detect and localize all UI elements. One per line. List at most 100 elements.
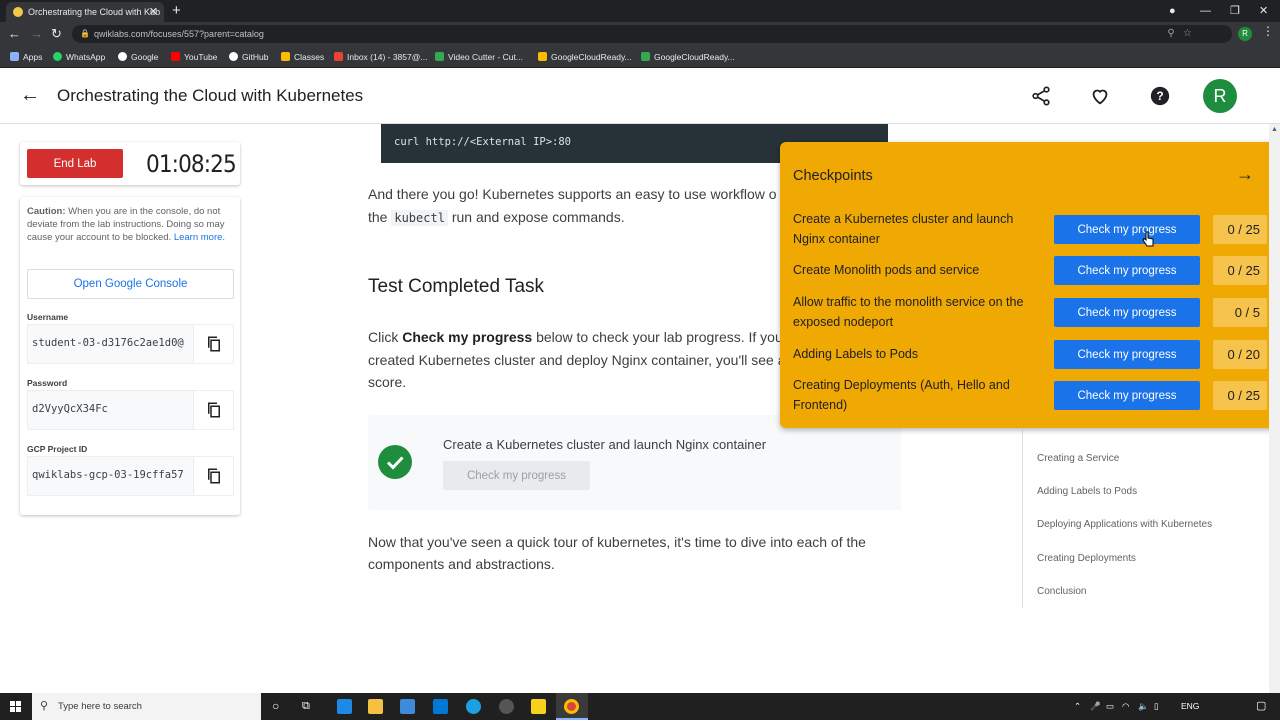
- url-input[interactable]: 🔒 qwiklabs.com/focuses/557?parent=catalo…: [72, 25, 1232, 43]
- apps-grid-icon: [10, 52, 19, 61]
- check-circle-icon: [378, 445, 412, 479]
- toc-item[interactable]: Adding Labels to Pods: [1037, 486, 1137, 497]
- toc-item[interactable]: Conclusion: [1037, 586, 1086, 597]
- bookmark-item[interactable]: YouTube: [171, 46, 217, 68]
- volume-icon[interactable]: 🔈: [1138, 693, 1149, 720]
- bookmark-item[interactable]: GoogleCloudReady...: [538, 46, 632, 68]
- project-id-label: GCP Project ID: [27, 444, 88, 454]
- bookmark-item[interactable]: Google: [118, 46, 158, 68]
- zoom-star-icons[interactable]: ⚲ ☆: [1167, 25, 1192, 43]
- toc-item[interactable]: Deploying Applications with Kubernetes: [1037, 519, 1212, 530]
- chrome-icon: [564, 699, 579, 714]
- network-icon[interactable]: ▭: [1106, 693, 1114, 720]
- back-arrow-icon[interactable]: ←: [20, 84, 40, 106]
- language-indicator[interactable]: ENG: [1181, 693, 1199, 720]
- browser-profile-avatar[interactable]: R: [1238, 27, 1252, 41]
- learn-more-link[interactable]: Learn more.: [174, 232, 225, 243]
- check-my-progress-button[interactable]: Check my progress: [1054, 215, 1200, 244]
- share-icon[interactable]: [1030, 85, 1052, 107]
- toc-item[interactable]: Creating a Service: [1037, 453, 1119, 464]
- microphone-icon[interactable]: 🎤: [1090, 693, 1101, 720]
- link-icon: [641, 52, 650, 61]
- user-avatar[interactable]: R: [1203, 79, 1237, 113]
- check-my-progress-button-disabled[interactable]: Check my progress: [443, 461, 590, 490]
- check-my-progress-button[interactable]: Check my progress: [1054, 381, 1200, 410]
- browser-menu-icon[interactable]: ⋮: [1262, 24, 1274, 38]
- store-icon[interactable]: [400, 699, 415, 714]
- checkpoint-score: 0 / 25: [1213, 215, 1267, 244]
- paragraph: Now that you've seen a quick tour of kub…: [368, 534, 866, 550]
- task-view-icon[interactable]: ⧉: [302, 693, 310, 720]
- section-heading: Test Completed Task: [368, 276, 545, 297]
- edge-icon[interactable]: [466, 699, 481, 714]
- copy-username-button[interactable]: [193, 325, 233, 363]
- battery-icon[interactable]: ▯: [1154, 693, 1159, 720]
- code-text: curl http://<External IP>:80: [394, 136, 572, 148]
- username-field[interactable]: student-03-d3176c2ae1d0@: [27, 324, 234, 364]
- checkpoint-label: Create Monolith pods and service: [793, 263, 980, 277]
- windows-taskbar: ⚲ Type here to search ○ ⧉ ⌃ 🎤 ▭ ◠ 🔈 ▯ EN…: [0, 693, 1280, 720]
- obs-icon[interactable]: [499, 699, 514, 714]
- windows-start-button[interactable]: [0, 693, 32, 720]
- checkpoint-score: 0 / 25: [1213, 381, 1267, 410]
- open-google-console-button[interactable]: Open Google Console: [27, 269, 234, 299]
- paragraph: the kubectl run and expose commands.: [368, 209, 625, 226]
- password-label: Password: [27, 378, 68, 388]
- bookmark-item[interactable]: GoogleCloudReady...: [641, 46, 735, 68]
- qwiklabs-favicon-icon: [13, 7, 23, 17]
- chrome-taskbar-button[interactable]: [556, 693, 588, 720]
- page-scrollbar[interactable]: ▲: [1269, 124, 1280, 693]
- tab-title: Orchestrating the Cloud with Kub: [28, 7, 161, 17]
- scroll-up-icon[interactable]: ▲: [1271, 126, 1278, 133]
- arrow-right-icon[interactable]: →: [1236, 164, 1254, 185]
- password-field[interactable]: d2VyyQcX34Fc: [27, 390, 234, 430]
- credentials-card: Caution: When you are in the console, do…: [20, 197, 240, 515]
- bookmark-item[interactable]: Video Cutter - Cut...: [435, 46, 523, 68]
- phone-app-icon[interactable]: [337, 699, 352, 714]
- heart-icon[interactable]: [1089, 85, 1111, 107]
- whatsapp-icon: [53, 52, 62, 61]
- bookmark-item[interactable]: Inbox (14) - 3857@...: [334, 46, 427, 68]
- copy-project-id-button[interactable]: [193, 457, 233, 495]
- media-icon[interactable]: ●: [1169, 0, 1176, 22]
- end-lab-button[interactable]: End Lab: [27, 149, 123, 178]
- check-my-progress-button[interactable]: Check my progress: [1054, 256, 1200, 285]
- checkpoint-label: Adding Labels to Pods: [793, 347, 919, 361]
- toc-item[interactable]: Creating Deployments: [1037, 553, 1136, 564]
- folder-icon: [538, 52, 547, 61]
- bookmark-item[interactable]: Classes: [281, 46, 324, 68]
- bookmark-item[interactable]: WhatsApp: [53, 46, 105, 68]
- browser-tab[interactable]: Orchestrating the Cloud with Kub ✕: [6, 2, 164, 22]
- close-window-icon[interactable]: ✕: [1259, 0, 1268, 22]
- checkpoints-title: Checkpoints: [793, 168, 873, 184]
- copy-icon: [208, 336, 220, 352]
- taskbar-search-input[interactable]: ⚲ Type here to search: [32, 693, 261, 720]
- check-my-progress-button[interactable]: Check my progress: [1054, 340, 1200, 369]
- new-tab-icon[interactable]: +: [172, 0, 181, 22]
- browser-tab-bar: Orchestrating the Cloud with Kub ✕ + ● —…: [0, 0, 1280, 22]
- forward-nav-icon[interactable]: →: [30, 25, 43, 43]
- file-explorer-icon[interactable]: [368, 699, 383, 714]
- sticky-notes-icon[interactable]: [531, 699, 546, 714]
- check-my-progress-button[interactable]: Check my progress: [1054, 298, 1200, 327]
- cortana-icon[interactable]: ○: [272, 693, 279, 720]
- mail-icon[interactable]: [433, 699, 448, 714]
- minimize-icon[interactable]: —: [1200, 0, 1211, 22]
- wifi-icon[interactable]: ◠: [1122, 693, 1129, 720]
- hand-cursor-icon: [1142, 231, 1154, 247]
- help-icon[interactable]: ?: [1149, 85, 1171, 107]
- project-id-field[interactable]: qwiklabs-gcp-03-19cffa57: [27, 456, 234, 496]
- paragraph: And there you go! Kubernetes supports an…: [368, 186, 777, 202]
- copy-password-button[interactable]: [193, 391, 233, 429]
- bookmark-item[interactable]: Apps: [10, 46, 42, 68]
- maximize-icon[interactable]: ❐: [1230, 0, 1240, 22]
- back-nav-icon[interactable]: ←: [8, 25, 21, 43]
- checkpoint-row: Allow traffic to the monolith service on…: [780, 292, 1280, 332]
- bookmark-item[interactable]: GitHub: [229, 46, 268, 68]
- github-icon: [229, 52, 238, 61]
- tray-expand-icon[interactable]: ⌃: [1074, 693, 1081, 720]
- close-tab-icon[interactable]: ✕: [149, 2, 158, 22]
- reload-icon[interactable]: ↻: [51, 25, 62, 43]
- notifications-icon[interactable]: ▢: [1256, 693, 1266, 720]
- gmail-icon: [334, 52, 343, 61]
